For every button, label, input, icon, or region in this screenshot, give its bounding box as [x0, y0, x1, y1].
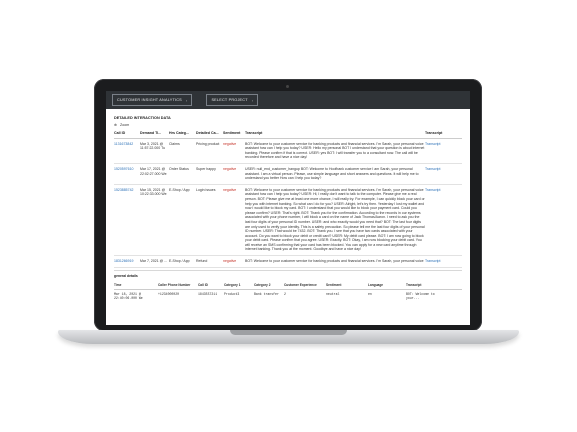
header-category-2[interactable]: Category 2 — [254, 283, 284, 287]
header-transcript[interactable]: Transcript — [406, 283, 446, 287]
transcript-link[interactable]: Transcript — [425, 259, 447, 264]
time-cell: Mar 18, 2021 @ 22:40:06.000 We — [114, 292, 143, 301]
laptop-lid: CUSTOMER INSIGHT ANALYTICS › SELECT PROJ… — [94, 79, 482, 331]
transcript-link[interactable]: Transcript — [425, 188, 447, 252]
laptop-notch — [230, 330, 347, 335]
sentiment-cell: negative — [223, 166, 237, 171]
chevron-right-icon: › — [185, 97, 188, 103]
grid-header: Call ID Demand Ti... Hrs Categ... Detail… — [114, 131, 462, 139]
detail-cell: Pricing product — [196, 141, 220, 146]
dashboard-selector[interactable]: CUSTOMER INSIGHT ANALYTICS › — [112, 94, 193, 106]
chevron-right-icon: › — [251, 97, 254, 103]
call-id-cell: 1843557211 — [198, 292, 218, 297]
phone-cell: +1234000020 — [158, 292, 180, 297]
header-language[interactable]: Language — [368, 283, 406, 287]
date-cell: Mar 7, 2021 @ ... — [140, 259, 168, 264]
table-row[interactable]: 1131673842 Mar 3, 2021 @ 11:57:22.000 Tu… — [114, 139, 462, 164]
detail-cell: Refund — [196, 259, 208, 264]
section-title: DETAILED INTERACTION DATA — [114, 116, 171, 120]
language-cell: en — [368, 292, 372, 297]
transcript-cell: USER: null_end_customer_hangup BOT: Welc… — [245, 166, 419, 181]
section-divider — [114, 270, 462, 272]
call-id-link[interactable]: 1520597610 — [114, 167, 140, 181]
general-table-header: Time Caller Phone Number Call ID Categor… — [114, 281, 462, 291]
category-cell: E-Shop / App — [169, 259, 190, 264]
header-time[interactable]: Time — [114, 283, 158, 287]
transcript-cell: BOT: Welcome to your... — [406, 292, 435, 301]
category-cell: E-Shop / App — [169, 187, 190, 192]
header-category-1[interactable]: Category 1 — [224, 283, 254, 287]
main-content: DETAILED INTERACTION DATA ⊕ Zoom Call ID… — [106, 109, 470, 302]
header-detailed-category[interactable]: Detailed Ca... — [196, 131, 223, 136]
table-row[interactable]: 1523885742 Mar 15, 2021 @ 10:22:33.000 W… — [114, 185, 462, 257]
sentiment-cell: negative — [223, 259, 237, 264]
header-phone[interactable]: Caller Phone Number — [158, 283, 198, 287]
call-id-link[interactable]: 1131673842 — [114, 142, 140, 160]
transcript-link[interactable]: Transcript — [425, 167, 447, 181]
zoom-icon: ⊕ — [114, 123, 118, 127]
transcript-cell: BOT: Welcome to your customer service fo… — [245, 187, 425, 252]
table-row[interactable]: Mar 18, 2021 @ 22:40:06.000 We +12340000… — [114, 290, 462, 302]
project-selector[interactable]: SELECT PROJECT › — [206, 94, 259, 106]
sentiment-cell: negative — [223, 141, 237, 146]
date-cell: Mar 15, 2021 @ 10:22:33.000 We — [140, 187, 167, 197]
call-id-link[interactable]: 1523885742 — [114, 188, 140, 252]
category-1-cell: Product3 — [224, 292, 240, 297]
transcript-cell: BOT: Welcome to your customer service fo… — [245, 259, 424, 264]
sentiment-cell: neutral — [326, 292, 340, 297]
project-label: SELECT PROJECT — [211, 98, 248, 102]
dashboard-label: CUSTOMER INSIGHT ANALYTICS — [117, 98, 182, 102]
header-transcript-link[interactable]: Transcript — [425, 131, 447, 136]
header-sentiment[interactable]: Sentiment — [326, 283, 368, 287]
header-call-id[interactable]: Call ID — [198, 283, 224, 287]
top-bar: CUSTOMER INSIGHT ANALYTICS › SELECT PROJ… — [106, 91, 470, 109]
customer-experience-cell: 2 — [284, 292, 286, 297]
camera — [286, 85, 289, 88]
category-cell: Order Status — [169, 166, 189, 171]
sentiment-cell: negative — [223, 187, 237, 192]
detail-cell: Super happy — [196, 166, 216, 171]
header-sentiment[interactable]: Sentiment — [223, 131, 245, 136]
general-details-title: general details — [114, 274, 138, 279]
zoom-control[interactable]: ⊕ Zoom — [114, 123, 462, 127]
transcript-cell: BOT: Welcome to your customer service fo… — [245, 141, 425, 160]
table-row[interactable]: 1520597610 Mar 17, 2021 @ 22:02:27.000 W… — [114, 164, 462, 185]
category-2-cell: Bank transfer — [254, 292, 279, 297]
category-cell: Claims — [169, 141, 180, 146]
header-transcript[interactable]: Transcript — [245, 131, 425, 136]
date-cell: Mar 3, 2021 @ 11:57:22.000 Tu — [140, 141, 166, 151]
date-cell: Mar 17, 2021 @ 22:02:27.000 We — [140, 166, 167, 176]
transcript-link[interactable]: Transcript — [425, 142, 447, 160]
header-category[interactable]: Hrs Categ... — [169, 131, 196, 136]
header-customer-experience[interactable]: Customer Experience — [284, 283, 326, 287]
table-row[interactable]: 1831266919 Mar 7, 2021 @ ... E-Shop / Ap… — [114, 256, 462, 269]
zoom-label: Zoom — [120, 123, 130, 127]
header-demand-time[interactable]: Demand Ti... — [140, 131, 169, 136]
screen: CUSTOMER INSIGHT ANALYTICS › SELECT PROJ… — [106, 91, 470, 325]
detail-cell: Login issues — [196, 187, 216, 192]
call-id-link[interactable]: 1831266919 — [114, 259, 140, 264]
header-call-id[interactable]: Call ID — [114, 131, 140, 136]
